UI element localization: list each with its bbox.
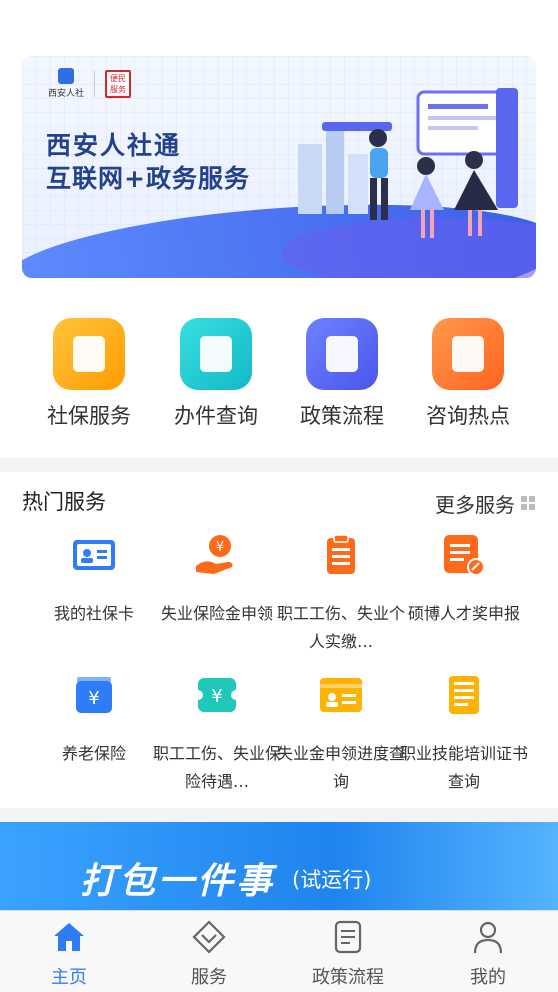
quick-action-policy-process[interactable]: 政策流程 <box>287 312 397 430</box>
banner-title-line2: 互联网+政务服务 <box>46 164 250 193</box>
banner-logo-row: 西安人社 便民服务 <box>48 68 132 99</box>
top-card: 西安人社 便民服务 西安人社通 互联网+政务服务 社保服务 办件查询 政策流程 … <box>0 0 558 458</box>
more-services-label: 更多服务 <box>435 493 515 517</box>
service-label: 失业金申领进度查询 <box>276 744 405 791</box>
service-talent-award[interactable]: 硕博人才奖申报 <box>399 532 529 628</box>
bookmark-glyph <box>326 336 358 372</box>
hot-services: 热门服务 更多服务 我的社保卡 ¥ 失业保险金申领 职工工伤、失业个人实缴… 硕… <box>0 472 558 808</box>
tab-home[interactable]: 主页 <box>14 919 124 989</box>
banner-illustration <box>298 88 518 238</box>
document-icon <box>334 920 362 954</box>
yuan-ticket-icon: ¥ <box>193 678 241 712</box>
quick-action-label: 办件查询 <box>174 404 258 428</box>
banner-title-line1: 西安人社通 <box>46 131 182 160</box>
quick-action-label: 政策流程 <box>300 404 384 428</box>
more-services-link[interactable]: 更多服务 <box>435 489 536 518</box>
service-label: 失业保险金申领 <box>160 604 273 623</box>
service-pension-insurance[interactable]: ¥ 养老保险 <box>29 672 159 768</box>
quick-actions: 社保服务 办件查询 政策流程 咨询热点 <box>0 312 558 438</box>
tab-services[interactable]: 服务 <box>154 919 264 989</box>
quick-action-hot-topics[interactable]: 咨询热点 <box>413 312 523 430</box>
svg-text:¥: ¥ <box>88 688 99 709</box>
home-icon <box>54 923 84 951</box>
tab-policy-process[interactable]: 政策流程 <box>293 919 403 989</box>
heart-card-icon <box>426 312 510 396</box>
book-icon <box>174 312 258 396</box>
logo-divider <box>94 70 96 97</box>
quick-action-social-security[interactable]: 社保服务 <box>34 312 144 430</box>
bottom-tab-bar: 主页 服务 政策流程 我的 <box>0 910 558 992</box>
service-claim-progress[interactable]: 失业金申领进度查询 <box>276 672 406 796</box>
yuan-box-icon: ¥ <box>76 677 112 713</box>
service-label: 养老保险 <box>61 744 126 763</box>
banner[interactable]: 西安人社 便民服务 西安人社通 互联网+政务服务 <box>22 56 536 278</box>
document-search-icon <box>47 312 131 396</box>
convenience-seal: 便民服务 <box>105 69 132 98</box>
svg-text:¥: ¥ <box>216 540 224 555</box>
clipboard-icon <box>327 534 355 574</box>
xian-hr-logo-icon <box>58 68 74 84</box>
service-skill-certificate[interactable]: 职业技能培训证书查询 <box>399 672 529 796</box>
quick-action-case-query[interactable]: 办件查询 <box>161 312 271 430</box>
service-my-social-card[interactable]: 我的社保卡 <box>29 532 159 628</box>
service-label: 硕博人才奖申报 <box>407 604 520 623</box>
diamond-icon <box>192 920 226 954</box>
heart-card-glyph <box>452 336 484 372</box>
promo-banner[interactable]: 打包一件事 (试运行) <box>0 822 558 922</box>
certificate-icon <box>449 676 479 714</box>
document-search-glyph <box>73 336 105 372</box>
hot-services-title: 热门服务 <box>22 490 106 514</box>
service-insurance-benefits[interactable]: ¥ 职工工伤、失业保险待遇… <box>152 672 282 796</box>
tab-mine[interactable]: 我的 <box>433 919 543 989</box>
promo-title: 打包一件事 <box>80 861 276 902</box>
tab-label: 我的 <box>470 967 506 988</box>
banner-logo-text: 西安人社 <box>48 89 85 99</box>
user-icon <box>473 921 503 954</box>
service-unemployment-claim[interactable]: ¥ 失业保险金申领 <box>152 532 282 628</box>
id-card-icon <box>73 540 115 570</box>
service-injury-contribution[interactable]: 职工工伤、失业个人实缴… <box>276 532 406 656</box>
service-label: 我的社保卡 <box>53 604 134 623</box>
tab-label: 主页 <box>51 967 87 988</box>
service-label: 职工工伤、失业个人实缴… <box>276 604 405 651</box>
grid-icon <box>521 496 536 511</box>
tab-label: 服务 <box>191 967 227 988</box>
promo-subtitle: (试运行) <box>292 868 372 892</box>
banner-logo: 西安人社 <box>48 68 84 99</box>
service-label: 职业技能培训证书查询 <box>399 744 528 791</box>
edit-document-icon <box>444 535 485 576</box>
card-icon <box>320 678 362 712</box>
quick-action-label: 咨询热点 <box>426 404 510 428</box>
tab-label: 政策流程 <box>312 967 384 988</box>
yuan-hand-icon: ¥ <box>196 535 233 574</box>
book-glyph <box>200 336 232 372</box>
quick-action-label: 社保服务 <box>47 404 131 428</box>
bookmark-icon <box>300 312 384 396</box>
svg-text:¥: ¥ <box>211 686 222 707</box>
service-label: 职工工伤、失业保险待遇… <box>152 744 281 791</box>
